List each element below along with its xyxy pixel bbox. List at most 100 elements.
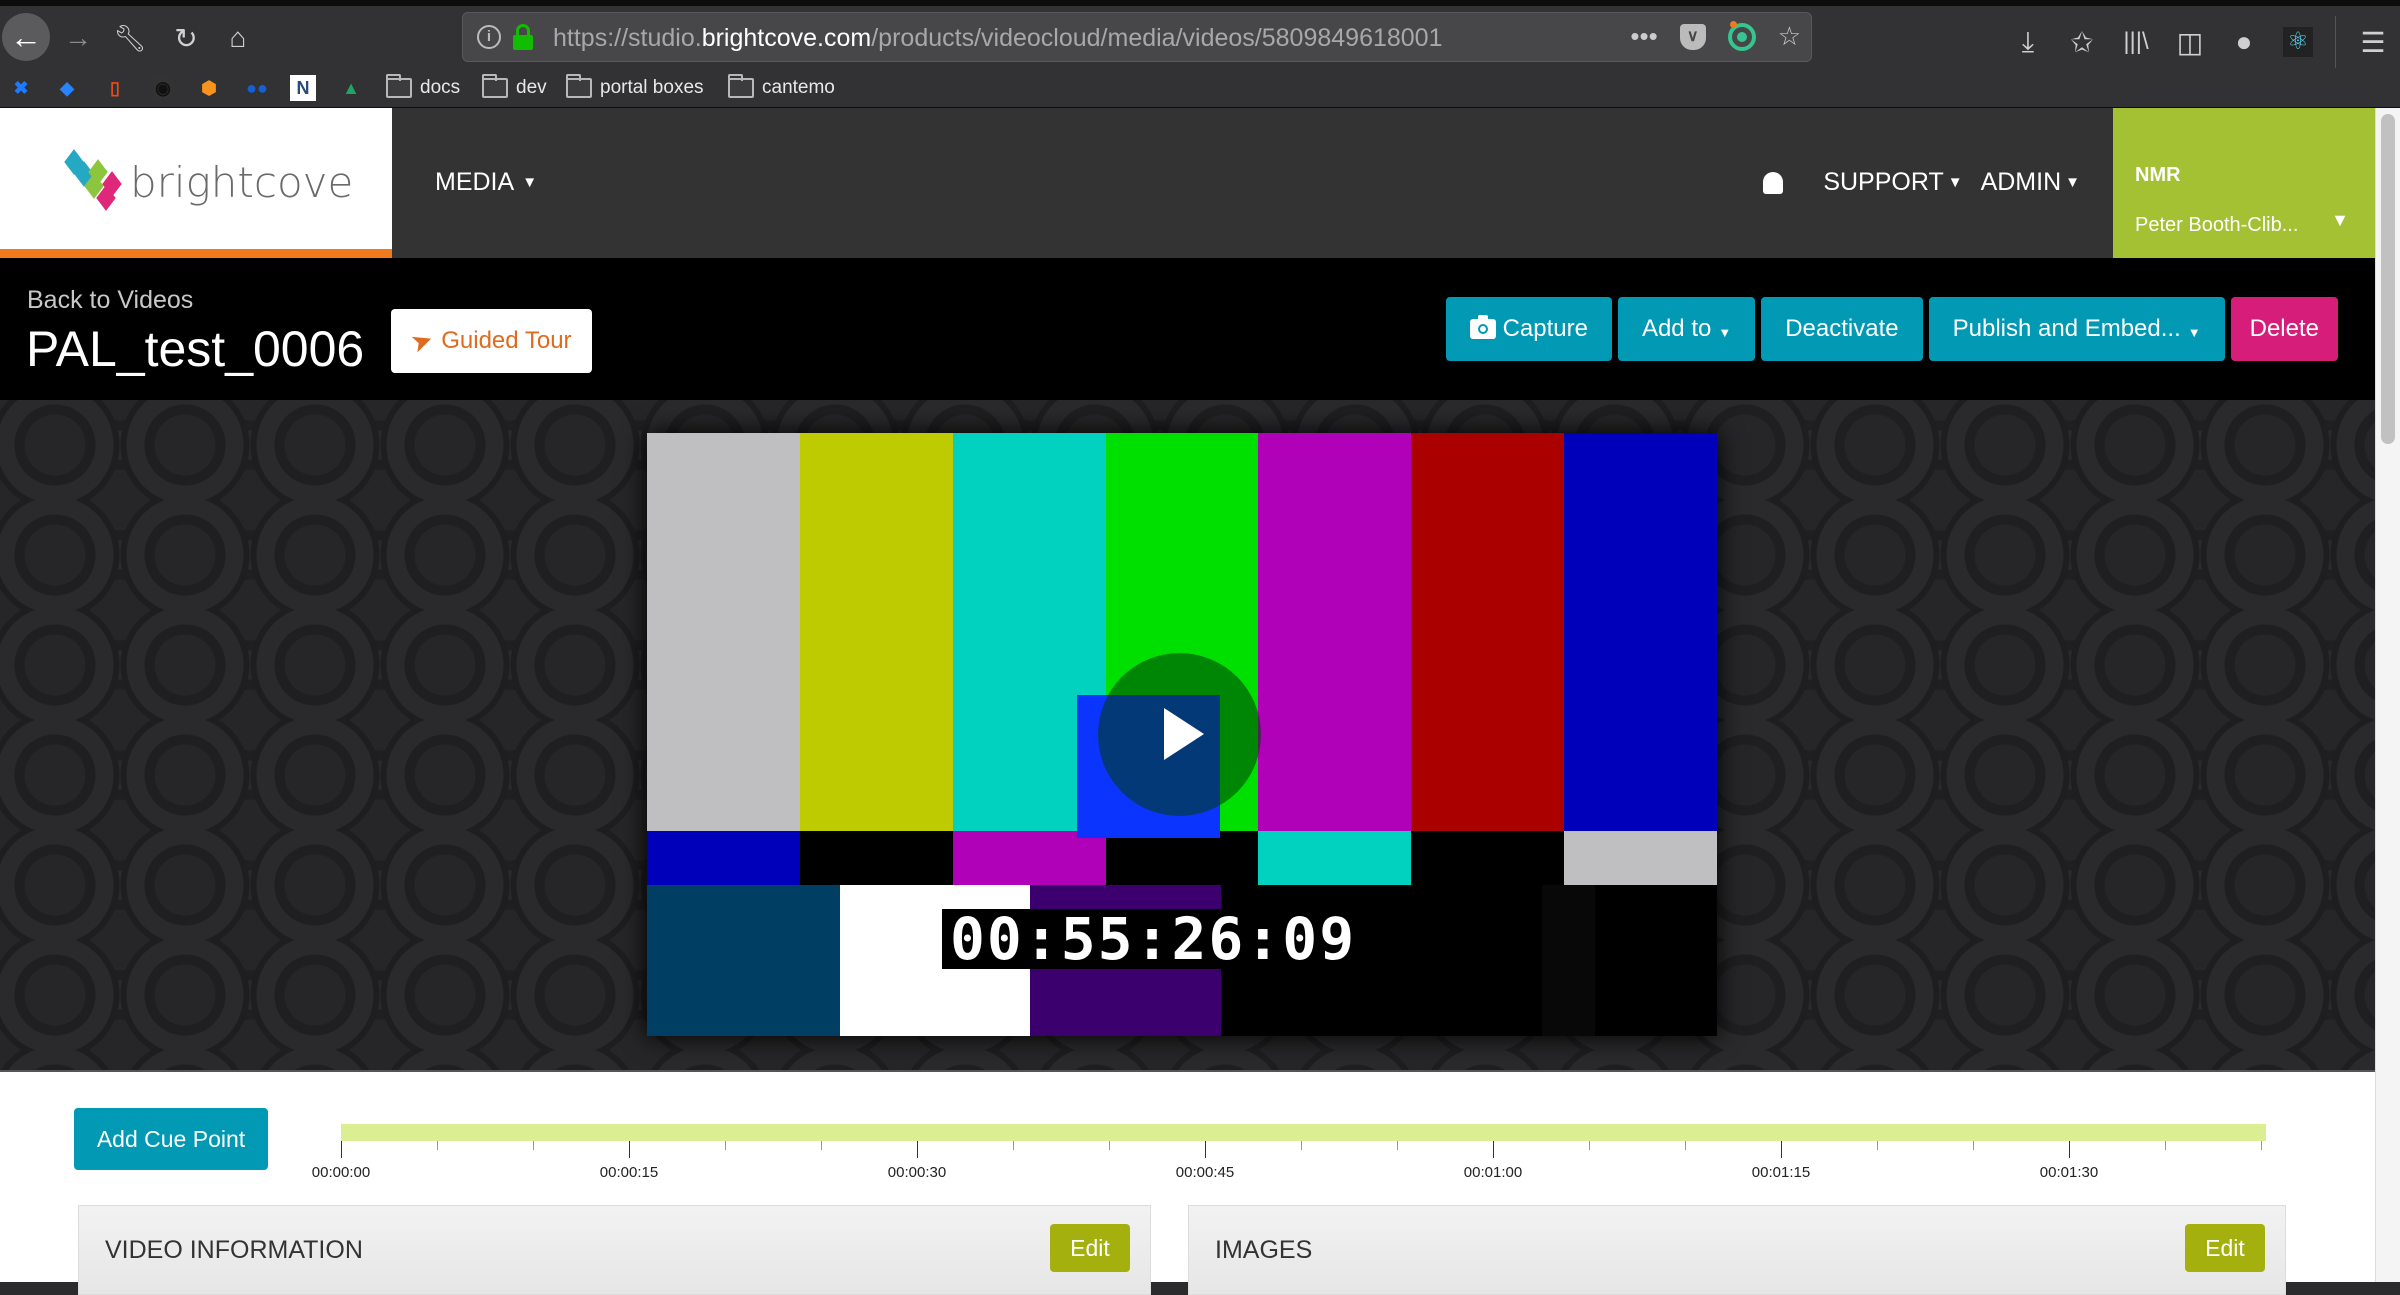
delete-button[interactable]: Delete bbox=[2230, 297, 2338, 361]
url-domain: brightcove.com bbox=[701, 24, 872, 52]
caret-down-icon: ▼ bbox=[2065, 174, 2080, 191]
timeline-minor-tick bbox=[533, 1141, 534, 1150]
color-bar-middle bbox=[647, 831, 800, 885]
folder-icon bbox=[482, 74, 508, 98]
toolbar-divider bbox=[2335, 16, 2336, 68]
wrench-icon[interactable]: 🔧︎ bbox=[108, 16, 152, 60]
caret-down-icon: ▼ bbox=[2187, 324, 2201, 340]
video-player[interactable]: 00:55:26:09 bbox=[647, 433, 1717, 1036]
forward-arrow-icon[interactable]: → bbox=[56, 16, 100, 60]
timeline-track[interactable] bbox=[341, 1124, 2266, 1141]
more-actions-icon[interactable]: ••• bbox=[1630, 21, 1657, 52]
publish-and-embed-button[interactable]: Publish and Embed... ▼ bbox=[1928, 297, 2225, 361]
back-to-videos-link[interactable]: Back to Videos bbox=[27, 286, 193, 315]
cue-point-section: Add Cue Point 00:00:00 00:00:15 00:00:30 00… bbox=[0, 1070, 2375, 1295]
office-icon[interactable]: ▯ bbox=[102, 75, 128, 101]
video-information-edit-button[interactable]: Edit bbox=[1050, 1224, 1130, 1272]
play-button[interactable] bbox=[1098, 653, 1261, 816]
caret-down-icon: ▼ bbox=[522, 174, 538, 191]
bookmarks-star-tray-icon[interactable]: ✩ bbox=[2055, 20, 2109, 64]
timeline-tick-label: 00:00:30 bbox=[887, 1164, 947, 1181]
delete-label: Delete bbox=[2249, 315, 2319, 342]
page-scrollbar[interactable] bbox=[2375, 108, 2400, 1282]
hamburger-menu-icon[interactable]: ☰ bbox=[2346, 20, 2400, 64]
bookmark-folder-dev[interactable]: dev bbox=[482, 74, 547, 102]
color-bar-bottom bbox=[647, 885, 840, 1036]
google-drive-icon[interactable]: ▲ bbox=[338, 75, 364, 101]
account-org: NMR bbox=[2135, 164, 2181, 186]
url-path: /products/videocloud/media/videos/580984… bbox=[871, 24, 1443, 52]
folder-label: cantemo bbox=[762, 77, 835, 98]
sidebar-icon[interactable]: ◫ bbox=[2163, 20, 2217, 64]
color-bar-top bbox=[799, 433, 953, 831]
download-icon[interactable]: ⤓ bbox=[2001, 20, 2055, 64]
bookmarks-bar: ✖ ◆ ▯ ◉ ⬢ ●● N ▲ docs dev portal boxes c… bbox=[0, 68, 2400, 108]
deactivate-button[interactable]: Deactivate bbox=[1761, 297, 1923, 361]
nav-support-label: SUPPORT bbox=[1823, 168, 1944, 196]
folder-icon bbox=[566, 74, 592, 98]
timeline-tick-label: 00:01:00 bbox=[1463, 1164, 1523, 1181]
scrollbar-thumb[interactable] bbox=[2381, 114, 2395, 444]
color-bar-middle bbox=[1411, 831, 1565, 885]
jira-icon[interactable]: ◆ bbox=[54, 75, 80, 101]
bookmark-star-icon[interactable]: ☆ bbox=[1778, 21, 1801, 52]
timeline-minor-tick bbox=[1109, 1141, 1110, 1150]
timeline-tick-label: 00:01:30 bbox=[2039, 1164, 2099, 1181]
nav-media[interactable]: MEDIA ▼ bbox=[435, 168, 537, 197]
camera-icon bbox=[1469, 315, 1496, 339]
timeline-minor-tick bbox=[1397, 1141, 1398, 1150]
github-icon[interactable]: ◉ bbox=[150, 75, 176, 101]
back-arrow-icon[interactable]: ← bbox=[2, 13, 50, 61]
capture-label: Capture bbox=[1502, 315, 1588, 342]
info-icon[interactable]: i bbox=[477, 25, 501, 49]
confluence-icon[interactable]: ✖ bbox=[8, 75, 34, 101]
color-bar-top bbox=[1411, 433, 1565, 831]
add-to-button[interactable]: Add to ▼ bbox=[1617, 297, 1756, 361]
timeline-minor-tick bbox=[821, 1141, 822, 1150]
cue-point-timeline[interactable]: 00:00:00 00:00:15 00:00:30 00:00:45 00:01:00… bbox=[312, 1124, 2266, 1184]
reload-icon[interactable]: ↻ bbox=[164, 16, 208, 60]
color-bar-middle bbox=[1105, 831, 1259, 885]
password-manager-icon[interactable]: ● bbox=[2217, 20, 2271, 64]
play-icon bbox=[1164, 708, 1204, 760]
home-icon[interactable]: ⌂ bbox=[216, 16, 260, 60]
timeline-major-tick bbox=[1493, 1141, 1494, 1158]
pocket-icon[interactable]: ∨ bbox=[1679, 23, 1706, 50]
people-icon[interactable]: ●● bbox=[244, 75, 270, 101]
brightcove-logo-mark-icon bbox=[64, 149, 124, 212]
url-bar[interactable]: i https://studio.brightcove.com/products… bbox=[462, 12, 1812, 62]
images-edit-button[interactable]: Edit bbox=[2185, 1224, 2265, 1272]
extension-ring-icon[interactable] bbox=[1727, 20, 1756, 51]
nav-admin-label: ADMIN bbox=[1980, 168, 2062, 196]
timeline-minor-tick bbox=[2165, 1141, 2166, 1150]
bookmark-folder-cantemo[interactable]: cantemo bbox=[728, 74, 835, 102]
timeline-tick-label: 00:00:00 bbox=[311, 1164, 371, 1181]
url-text[interactable]: https://studio.brightcove.com/products/v… bbox=[553, 24, 1443, 53]
brightcove-logo[interactable]: brightcove bbox=[0, 108, 392, 258]
guided-tour-label: Guided Tour bbox=[441, 327, 572, 354]
nav-admin[interactable]: ADMIN ▼ bbox=[1981, 168, 2080, 197]
library-icon[interactable]: |||\ bbox=[2109, 20, 2163, 64]
brand-name: brightcove bbox=[130, 158, 354, 207]
user-account-menu[interactable]: NMR Peter Booth-Clib... ▼ bbox=[2113, 108, 2375, 258]
page-title: PAL_test_0006 bbox=[26, 321, 365, 377]
box-icon[interactable]: ⬢ bbox=[196, 75, 222, 101]
timeline-minor-tick bbox=[1973, 1141, 1974, 1150]
nav-support[interactable]: SUPPORT ▼ bbox=[1823, 168, 1962, 197]
add-to-label: Add to bbox=[1641, 315, 1712, 342]
n-icon[interactable]: N bbox=[290, 75, 316, 101]
video-stage: 00:55:26:09 bbox=[0, 400, 2375, 1070]
color-bar-middle bbox=[1564, 831, 1717, 885]
color-bar-bottom bbox=[1541, 885, 1596, 1036]
guided-tour-button[interactable]: ➤ Guided Tour bbox=[391, 309, 592, 373]
react-devtools-button[interactable]: ⚛ bbox=[2271, 20, 2325, 64]
capture-button[interactable]: Capture bbox=[1445, 297, 1612, 361]
bookmark-folder-portal-boxes[interactable]: portal boxes bbox=[566, 74, 704, 102]
nav-media-label: MEDIA bbox=[435, 168, 515, 196]
timeline-tick-label: 00:00:15 bbox=[599, 1164, 659, 1181]
notification-bell-icon[interactable] bbox=[1763, 171, 1784, 194]
timeline-tick-label: 00:00:45 bbox=[1175, 1164, 1235, 1181]
folder-icon bbox=[386, 74, 412, 98]
bookmark-folder-docs[interactable]: docs bbox=[386, 74, 460, 102]
add-cue-point-button[interactable]: Add Cue Point bbox=[74, 1108, 268, 1170]
